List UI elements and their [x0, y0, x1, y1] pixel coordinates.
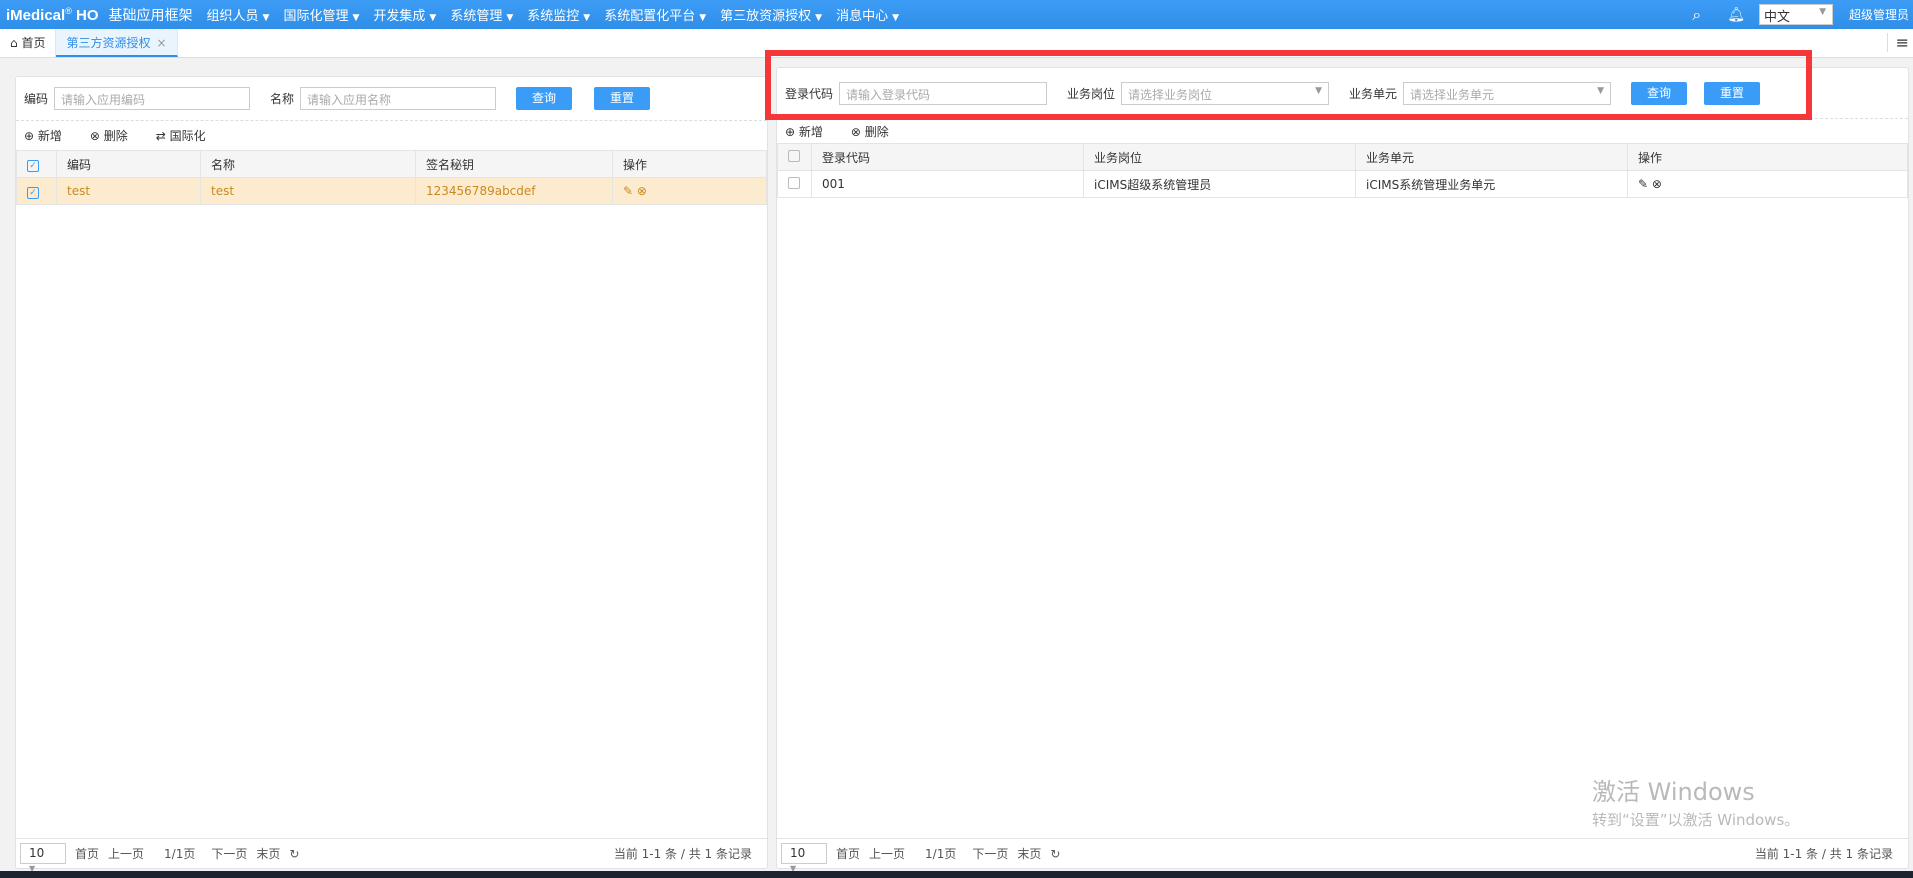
col-actions: 操作	[612, 150, 767, 178]
col-unit: 业务单元	[1355, 143, 1628, 171]
taskbar	[0, 871, 1913, 878]
page-size-select[interactable]: 10 ▼	[781, 843, 827, 873]
user-table: 登录代码 业务岗位 业务单元 操作 001 iCIMS超级系统管理员 iCIMS…	[777, 143, 1908, 198]
code-label: 编码	[24, 92, 49, 106]
col-secret: 签名秘钥	[415, 150, 613, 178]
top-nav: iMedical® HO 基础应用框架 组织人员 ▼ 国际化管理 ▼ 开发集成 ▼ 系…	[0, 0, 1913, 29]
query-button[interactable]: 查询	[516, 87, 573, 110]
highlight-box	[765, 50, 1812, 120]
user-panel: 登录代码 请输入登录代码 业务岗位 请选择业务岗位 ▼ 业务单元 请选择业务单元 ▼…	[776, 67, 1909, 873]
menu-system[interactable]: 系统管理 ▼	[450, 5, 513, 24]
prev-page[interactable]: 上一页	[869, 845, 905, 862]
record-count: 当前 1-1 条 / 共 1 条记录	[613, 847, 752, 861]
app-panel: 编码 请输入应用编码 名称 请输入应用名称 查询 重置 ⊕ 新增 ⊗ 删除 ⇄ …	[15, 76, 768, 873]
pagination: 10 ▼ 首页 上一页 1/1页 下一页 末页 ↻ 当前 1-1 条 / 共 1…	[777, 838, 1908, 873]
edit-icon[interactable]: ✎	[1638, 177, 1648, 191]
row-checkbox[interactable]: ✓	[27, 186, 39, 199]
col-name: 名称	[200, 150, 416, 178]
refresh-icon[interactable]: ↻	[1050, 847, 1060, 861]
menu-org[interactable]: 组织人员 ▼	[207, 5, 270, 24]
watermark-title: 激活 Windows	[1592, 778, 1755, 806]
code-input[interactable]: 请输入应用编码	[54, 87, 251, 110]
page-size-select[interactable]: 10 ▼	[20, 843, 66, 873]
edit-icon[interactable]: ✎	[623, 184, 633, 198]
table-row[interactable]: 001 iCIMS超级系统管理员 iCIMS系统管理业务单元 ✎ ⊗	[777, 170, 1908, 198]
first-page[interactable]: 首页	[75, 845, 99, 862]
delete-icon[interactable]: ⊗	[637, 184, 647, 198]
delete-icon[interactable]: ⊗	[1652, 177, 1662, 191]
menu-monitor[interactable]: 系统监控 ▼	[527, 5, 590, 24]
close-icon[interactable]: ×	[156, 36, 166, 50]
i18n-button[interactable]: ⇄ 国际化	[156, 127, 220, 144]
cell-name: test	[200, 177, 416, 205]
select-all-checkbox[interactable]	[788, 149, 800, 162]
user-menu[interactable]: 超级管理员	[1849, 6, 1909, 23]
select-all-checkbox[interactable]: ✓	[27, 159, 39, 172]
col-actions: 操作	[1627, 143, 1908, 171]
delete-button[interactable]: ⊗ 删除	[851, 123, 903, 140]
bell-icon[interactable]: 🔔︎	[1727, 7, 1745, 23]
add-button[interactable]: ⊕ 新增	[785, 123, 837, 140]
name-label: 名称	[270, 92, 295, 106]
tab-home[interactable]: ⌂ 首页	[0, 29, 57, 57]
app-table: ✓ 编码 名称 签名秘钥 操作 ✓ test test 123456789abc…	[16, 150, 767, 205]
refresh-icon[interactable]: ↻	[289, 847, 299, 861]
menu-i18n[interactable]: 国际化管理 ▼	[283, 5, 359, 24]
page-indicator: 1/1页	[164, 847, 196, 861]
menu-basic-framework[interactable]: 基础应用框架	[109, 5, 193, 25]
cell-post: iCIMS超级系统管理员	[1083, 170, 1356, 198]
first-page[interactable]: 首页	[836, 845, 860, 862]
col-code: 编码	[56, 150, 201, 178]
menu-config[interactable]: 系统配置化平台 ▼	[604, 5, 706, 24]
home-icon: ⌂	[10, 36, 18, 50]
next-page[interactable]: 下一页	[211, 845, 247, 862]
page-indicator: 1/1页	[925, 847, 957, 861]
table-row[interactable]: ✓ test test 123456789abcdef ✎ ⊗	[16, 177, 767, 205]
tab-third-party-auth[interactable]: 第三方资源授权 ×	[56, 29, 178, 57]
menu-icon[interactable]: ≡	[1886, 33, 1909, 52]
language-select[interactable]: 中文 ▼	[1758, 4, 1833, 25]
reset-button[interactable]: 重置	[594, 87, 651, 110]
logo: iMedical® HO	[6, 5, 99, 24]
menu-dev[interactable]: 开发集成 ▼	[373, 5, 436, 24]
menu-messages[interactable]: 消息中心 ▼	[836, 5, 899, 24]
pagination: 10 ▼ 首页 上一页 1/1页 下一页 末页 ↻ 当前 1-1 条 / 共 1…	[16, 838, 767, 873]
search-icon[interactable]: ⌕	[1692, 5, 1701, 25]
col-post: 业务岗位	[1083, 143, 1356, 171]
row-checkbox[interactable]	[788, 176, 800, 189]
record-count: 当前 1-1 条 / 共 1 条记录	[1754, 847, 1893, 861]
last-page[interactable]: 末页	[256, 845, 280, 862]
cell-secret: 123456789abcdef	[415, 177, 613, 205]
next-page[interactable]: 下一页	[972, 845, 1008, 862]
watermark-subtitle: 转到“设置”以激活 Windows。	[1592, 811, 1800, 829]
cell-code: test	[56, 177, 201, 205]
cell-unit: iCIMS系统管理业务单元	[1355, 170, 1628, 198]
windows-activation-watermark: 激活 Windows 转到“设置”以激活 Windows。	[1592, 772, 1799, 830]
add-button[interactable]: ⊕ 新增	[24, 127, 76, 144]
name-input[interactable]: 请输入应用名称	[300, 87, 497, 110]
delete-button[interactable]: ⊗ 删除	[90, 127, 142, 144]
cell-login: 001	[811, 170, 1084, 198]
last-page[interactable]: 末页	[1017, 845, 1041, 862]
prev-page[interactable]: 上一页	[108, 845, 144, 862]
menu-third-party[interactable]: 第三放资源授权 ▼	[720, 5, 822, 24]
col-login: 登录代码	[811, 143, 1084, 171]
